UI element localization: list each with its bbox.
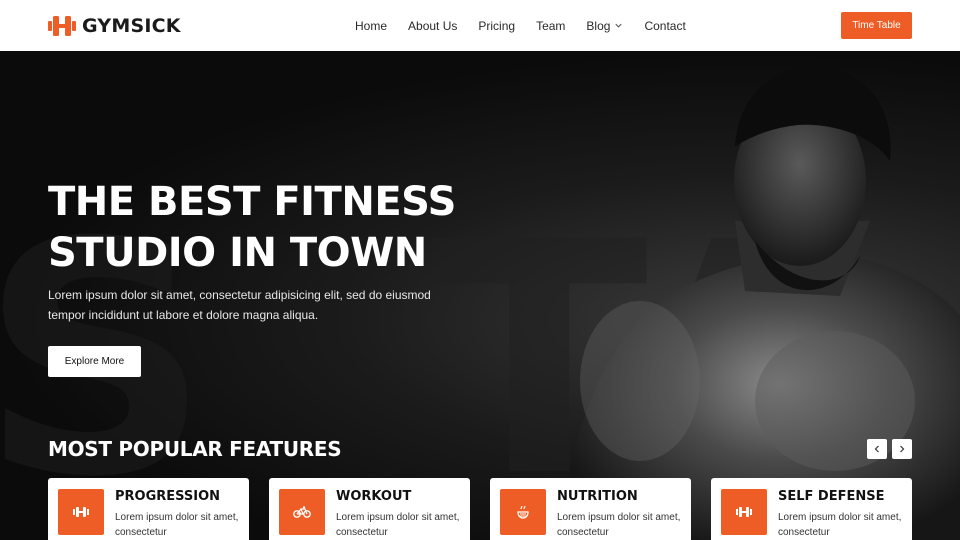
feature-card-text-line: Lorem ipsum dolor sit amet, [778,512,902,523]
dumbbell-icon [58,489,104,535]
hero-description: Lorem ipsum dolor sit amet, consectetur … [48,285,468,325]
hero-title-line: STUDIO IN TOWN [48,230,427,276]
carousel-next-button[interactable] [892,439,912,459]
hero-title: THE BEST FITNESS STUDIO IN TOWN [48,177,528,279]
nutrition-icon [500,489,546,535]
nav-item-blog-label: Blog [586,18,611,33]
nav-item-about-us[interactable]: About Us [408,19,457,33]
nav-item-contact[interactable]: Contact [644,19,685,33]
feature-card-text-line: consectetur [336,527,388,538]
brand-logo[interactable]: GYMSICK [48,14,181,38]
feature-card-text-line: consectetur [778,527,830,538]
hero-title-line: THE BEST FITNESS [48,179,456,225]
feature-card-text: Lorem ipsum dolor sit amet, consectetur [336,510,466,540]
feature-card-self-defense[interactable]: SELF DEFENSE Lorem ipsum dolor sit amet,… [711,478,912,540]
features-heading: MOST POPULAR FEATURES [48,437,342,461]
feature-card-progression[interactable]: PROGRESSION Lorem ipsum dolor sit amet, … [48,478,249,540]
bicycle-icon [279,489,325,535]
feature-card-text-line: Lorem ipsum dolor sit amet, [557,512,681,523]
feature-card-text: Lorem ipsum dolor sit amet, consectetur [778,510,908,540]
chevron-right-icon [900,445,905,453]
hero-description-line: Lorem ipsum dolor sit amet, consectetur … [48,288,431,302]
nav-item-blog[interactable]: Blog [586,19,623,33]
feature-card-title: NUTRITION [557,489,638,504]
explore-more-button[interactable]: Explore More [48,346,141,377]
feature-cards: PROGRESSION Lorem ipsum dolor sit amet, … [48,478,912,540]
nav-item-team[interactable]: Team [536,19,565,33]
time-table-button[interactable]: Time Table [841,12,912,39]
feature-card-nutrition[interactable]: NUTRITION Lorem ipsum dolor sit amet, co… [490,478,691,540]
feature-card-text-line: Lorem ipsum dolor sit amet, [336,512,460,523]
feature-card-title: SELF DEFENSE [778,489,885,504]
nav-item-home[interactable]: Home [355,19,387,33]
feature-card-text-line: Lorem ipsum dolor sit amet, [115,512,239,523]
feature-card-workout[interactable]: WORKOUT Lorem ipsum dolor sit amet, cons… [269,478,470,540]
feature-card-text: Lorem ipsum dolor sit amet, consectetur [115,510,245,540]
feature-card-title: PROGRESSION [115,489,221,504]
site-header: GYMSICK Home About Us Pricing Team Blog … [0,0,960,51]
dumbbell-icon [721,489,767,535]
dumbbell-icon [48,16,76,36]
feature-card-text-line: consectetur [557,527,609,538]
hero-section: S TA THE BEST FITNESS STUDIO IN TOWN Lor… [0,51,960,540]
chevron-left-icon [874,445,879,453]
feature-card-text-line: consectetur [115,527,167,538]
feature-card-text: Lorem ipsum dolor sit amet, consectetur [557,510,687,540]
main-nav: Home About Us Pricing Team Blog Contact [355,0,707,51]
carousel-prev-button[interactable] [867,439,887,459]
nav-item-pricing[interactable]: Pricing [478,19,515,33]
chevron-down-icon [615,23,623,28]
feature-card-title: WORKOUT [336,489,412,504]
brand-name: GYMSICK [82,15,181,37]
hero-description-line: tempor incididunt ut labore et dolore ma… [48,308,319,322]
